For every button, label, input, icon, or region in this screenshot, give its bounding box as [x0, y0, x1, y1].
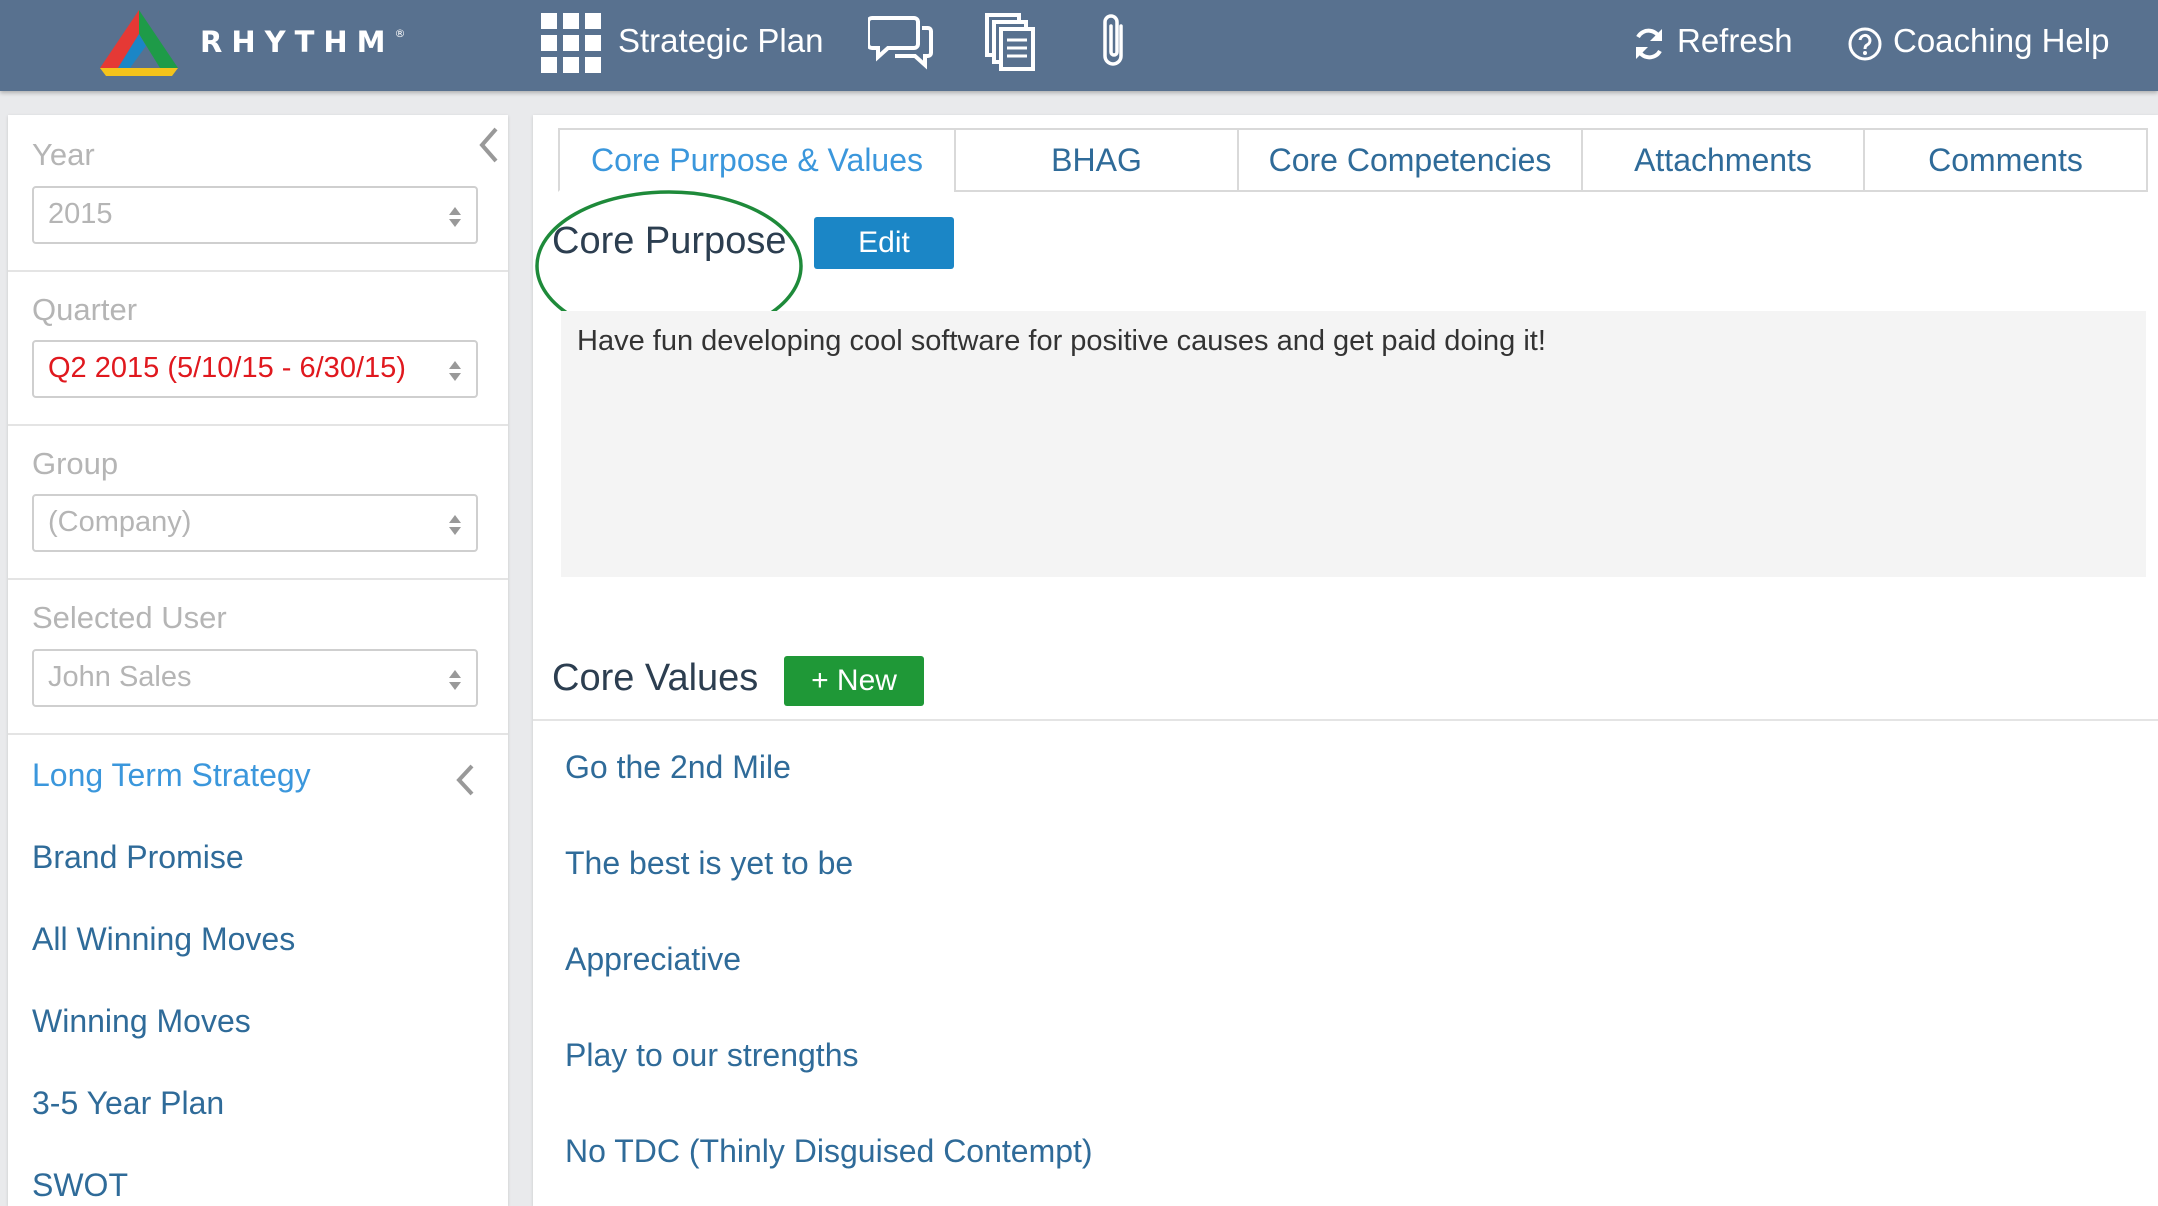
select-arrows-icon	[449, 670, 461, 690]
paperclip-icon[interactable]	[1097, 12, 1131, 72]
selected-user-select-value: John Sales	[48, 661, 192, 693]
apps-grid-icon[interactable]	[541, 13, 601, 73]
sidebar-item-long-term-strategy[interactable]: Long Term Strategy	[32, 757, 311, 794]
strategic-plan-link[interactable]: Strategic Plan	[618, 22, 823, 60]
sidebar: Year 2015 Quarter Q2 2015 (5/10/15 - 6/3…	[8, 115, 508, 1206]
core-value-item[interactable]: Play to our strengths	[565, 1037, 858, 1074]
group-label: Group	[32, 446, 119, 481]
quarter-filter: Quarter Q2 2015 (5/10/15 - 6/30/15)	[8, 270, 508, 426]
core-value-item[interactable]: No TDC (Thinly Disguised Contempt)	[565, 1133, 1093, 1170]
tab-comments[interactable]: Comments	[1863, 128, 2148, 192]
tab-attachments[interactable]: Attachments	[1581, 128, 1865, 192]
core-purpose-text: Have fun developing cool software for po…	[577, 325, 1546, 357]
selected-user-filter: Selected User John Sales	[8, 578, 508, 735]
sidebar-item-all-winning-moves[interactable]: All Winning Moves	[32, 921, 295, 958]
sidebar-item-swot[interactable]: SWOT	[32, 1167, 128, 1204]
comments-icon[interactable]	[868, 12, 934, 70]
divider	[533, 719, 2158, 721]
group-select-value: (Company)	[48, 506, 192, 538]
quarter-label: Quarter	[32, 292, 138, 327]
collapse-section-chevron-icon[interactable]	[454, 762, 476, 798]
group-filter: Group (Company)	[8, 424, 508, 580]
selected-user-select[interactable]: John Sales	[32, 649, 478, 707]
year-select[interactable]: 2015	[32, 186, 478, 244]
select-arrows-icon	[449, 361, 461, 381]
refresh-icon[interactable]	[1632, 27, 1666, 61]
core-value-item[interactable]: The best is yet to be	[565, 845, 853, 882]
refresh-link[interactable]: Refresh	[1677, 22, 1793, 60]
year-label: Year	[32, 137, 95, 172]
selected-user-label: Selected User	[32, 600, 227, 635]
edit-core-purpose-button[interactable]: Edit	[814, 217, 954, 269]
documents-icon[interactable]	[984, 12, 1036, 72]
brand-text: RHYTHM	[200, 25, 395, 59]
select-arrows-icon	[449, 207, 461, 227]
year-filter: Year 2015	[8, 115, 508, 272]
sidebar-item-3-5-year-plan[interactable]: 3-5 Year Plan	[32, 1085, 224, 1122]
tab-bar: Core Purpose & Values BHAG Core Competen…	[558, 128, 2148, 192]
tab-core-competencies[interactable]: Core Competencies	[1237, 128, 1583, 192]
group-select[interactable]: (Company)	[32, 494, 478, 552]
quarter-select[interactable]: Q2 2015 (5/10/15 - 6/30/15)	[32, 340, 478, 398]
select-arrows-icon	[449, 515, 461, 535]
quarter-select-value: Q2 2015 (5/10/15 - 6/30/15)	[48, 352, 406, 384]
core-value-item[interactable]: Go the 2nd Mile	[565, 749, 791, 786]
top-navbar: RHYTHM® Strategic Plan Refresh Coaching …	[0, 0, 2158, 91]
help-circle-icon[interactable]	[1847, 26, 1883, 62]
sidebar-item-brand-promise[interactable]: Brand Promise	[32, 839, 244, 876]
sidebar-item-winning-moves[interactable]: Winning Moves	[32, 1003, 251, 1040]
core-values-title: Core Values	[552, 657, 759, 699]
new-core-value-button[interactable]: + New	[784, 656, 924, 706]
year-select-value: 2015	[48, 198, 113, 230]
registered-mark: ®	[394, 27, 406, 40]
tab-core-purpose-values[interactable]: Core Purpose & Values	[558, 128, 956, 192]
brand-name: RHYTHM®	[200, 25, 406, 59]
main-content: Core Purpose & Values BHAG Core Competen…	[533, 115, 2158, 1206]
coaching-help-link[interactable]: Coaching Help	[1893, 22, 2109, 60]
rhythm-logo-icon[interactable]	[96, 6, 182, 78]
tab-bhag[interactable]: BHAG	[954, 128, 1239, 192]
core-purpose-textbox[interactable]: Have fun developing cool software for po…	[561, 311, 2146, 577]
core-value-item[interactable]: Appreciative	[565, 941, 741, 978]
